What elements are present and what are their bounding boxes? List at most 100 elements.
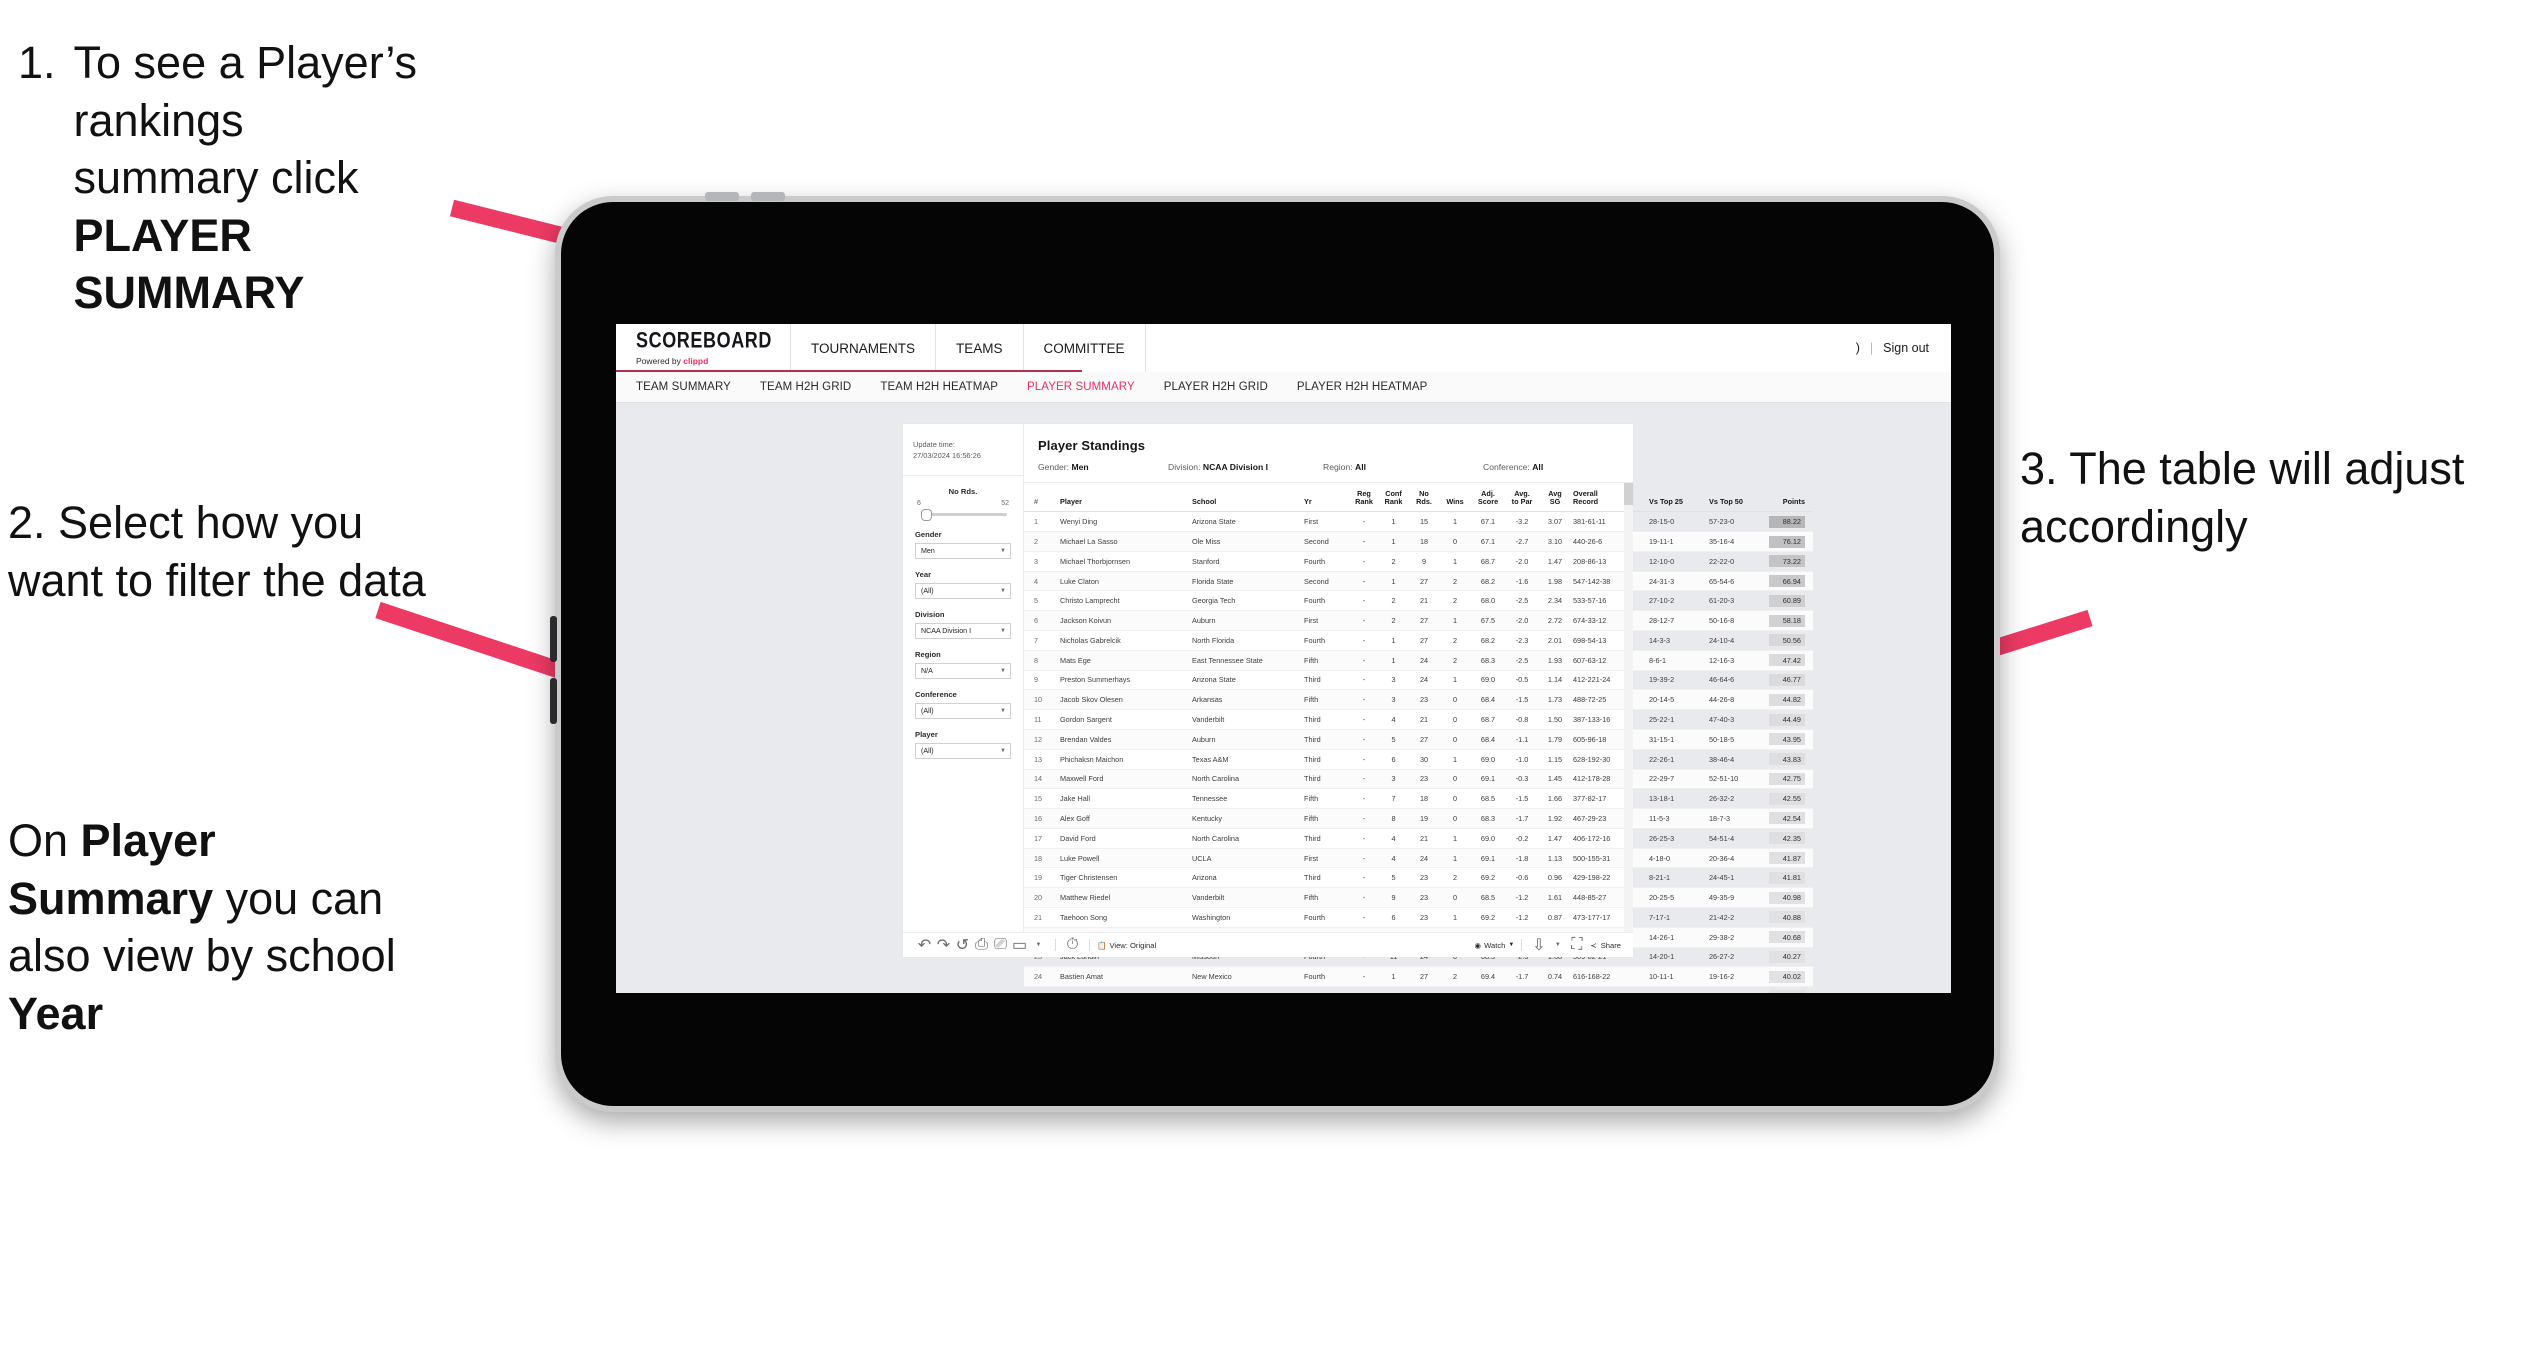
cell-vs-top-50: 57-23-0: [1707, 511, 1767, 533]
col-conf-rank[interactable]: Conf Rank: [1378, 483, 1409, 513]
col-avg-sg[interactable]: Avg SG: [1539, 483, 1571, 513]
col-vs-top-25[interactable]: Vs Top 25: [1647, 483, 1707, 513]
points-value: 39.95: [1769, 990, 1805, 993]
table-row[interactable]: 12 Brendan Valdes Auburn Third -5 27 0 68.4 -1.1…: [1024, 729, 1813, 750]
sign-out-link[interactable]: Sign out: [1883, 341, 1929, 355]
col-pts-label: Points: [1782, 497, 1805, 507]
col-vs-top-50[interactable]: Vs Top 50: [1707, 483, 1767, 513]
table-row[interactable]: 19 Tiger Christensen Arizona Third -5 23 2 69.2…: [1024, 867, 1813, 889]
cell-avg-sg: 3.10: [1539, 531, 1571, 552]
revert-icon[interactable]: ↺: [953, 936, 972, 955]
watch-button[interactable]: ◉ Watch ▼: [1475, 941, 1515, 950]
nav-tab-tournaments[interactable]: TOURNAMENTS: [791, 324, 937, 372]
table-row[interactable]: 11 Gordon Sargent Vanderbilt Third -4 21 0 68.7…: [1024, 709, 1813, 730]
nav-tab-teams[interactable]: TEAMS: [936, 324, 1024, 372]
cell-overall-record: 412-221-24: [1571, 670, 1647, 691]
table-row[interactable]: 21 Taehoon Song Washington Fourth -6 23 1 69.2-…: [1024, 907, 1813, 928]
slider-handle[interactable]: [921, 509, 932, 522]
table-row[interactable]: 4 Luke Claton Florida State Second -1 27 2 68.2…: [1024, 571, 1813, 592]
view-original-button[interactable]: 📋 View: Original: [1097, 941, 1156, 950]
table-row[interactable]: 7 Nicholas Gabrelcik North Florida Fourth -1…: [1024, 630, 1813, 651]
cell-player: Luke Powell: [1058, 848, 1190, 869]
table-row[interactable]: 24 Bastien Amat New Mexico Fourth -1 27 2 69.4-…: [1024, 966, 1813, 988]
col-reg-rank[interactable]: Reg Rank: [1350, 483, 1378, 513]
filter-player-select[interactable]: (All) ▼: [915, 743, 1011, 760]
refresh-data-icon[interactable]: ⎙: [972, 936, 991, 955]
filter-gender-select[interactable]: Men ▼: [915, 543, 1011, 560]
cell-vs-top-25: 27-10-2: [1647, 590, 1707, 612]
table-row[interactable]: 15 Jake Hall Tennessee Fifth -7 18 0 68.5 -1.5 1.…: [1024, 788, 1813, 810]
share-button[interactable]: ≺ Share: [1590, 941, 1621, 950]
table-row[interactable]: 6 Jackson Koivun Auburn First -2 27 1 67.5 -2.0 2…: [1024, 610, 1813, 632]
col-player[interactable]: Player: [1058, 483, 1190, 513]
col-wins[interactable]: Wins: [1439, 483, 1471, 513]
cell-avg-sg: 2.72: [1539, 610, 1571, 632]
tab-player-h2h-heatmap[interactable]: PLAYER H2H HEATMAP: [1297, 381, 1443, 393]
filter-conference: Conference (All) ▼: [903, 679, 1023, 720]
cell-no-rds: 27: [1409, 729, 1439, 750]
tab-player-h2h-grid[interactable]: PLAYER H2H GRID: [1164, 381, 1284, 393]
col-no-rds[interactable]: No Rds.: [1409, 483, 1439, 513]
filter-conference-select[interactable]: (All) ▼: [915, 703, 1011, 720]
history-icon[interactable]: ⏱: [1063, 936, 1082, 955]
chevron-down-icon[interactable]: ▼: [1548, 936, 1567, 955]
tab-team-summary[interactable]: TEAM SUMMARY: [636, 381, 747, 393]
summary-region-value: All: [1355, 462, 1366, 472]
download-icon[interactable]: ⇩: [1529, 936, 1548, 955]
col-rank[interactable]: #: [1024, 483, 1058, 513]
table-row[interactable]: 10 Jacob Skov Olesen Arkansas Fifth -3 23 0 68.…: [1024, 689, 1813, 711]
table-row[interactable]: 20 Matthew Riedel Vanderbilt Fifth -9 23 0 68.5…: [1024, 887, 1813, 908]
pause-updates-icon[interactable]: ⎚: [991, 936, 1010, 955]
col-adj-score[interactable]: Adj. Score: [1471, 483, 1505, 513]
cell-yr: Third: [1302, 769, 1350, 790]
fullscreen-icon[interactable]: ⛶: [1567, 936, 1586, 955]
col-overall-record[interactable]: Overall Record: [1571, 483, 1647, 513]
tab-team-h2h-heatmap[interactable]: TEAM H2H HEATMAP: [880, 381, 1014, 393]
cell-conf-rank: 4: [1378, 828, 1409, 849]
table-scrollbar-thumb[interactable]: [1624, 483, 1633, 505]
table-row[interactable]: 2 Michael La Sasso Ole Miss Second -1 18 0 67.1…: [1024, 531, 1813, 552]
filter-region-select[interactable]: N/A ▼: [915, 663, 1011, 680]
nav-tab-committee[interactable]: COMMITTEE: [1024, 324, 1146, 372]
table-row[interactable]: 16 Alex Goff Kentucky Fifth -8 19 0 68.3 -1.7 1.9…: [1024, 808, 1813, 829]
cell-no-rds: 24: [1409, 650, 1439, 671]
table-row[interactable]: 9 Preston Summerhays Arizona State Third -3 2…: [1024, 670, 1813, 691]
tab-player-summary[interactable]: PLAYER SUMMARY: [1027, 381, 1151, 393]
cell-points: 47.42: [1767, 650, 1813, 671]
cell-player: Michael La Sasso: [1058, 531, 1190, 552]
cell-yr: Third: [1302, 729, 1350, 750]
highlight-icon[interactable]: ▭: [1010, 936, 1029, 955]
cell-player: Michael Thorbjornsen: [1058, 551, 1190, 572]
table-row[interactable]: 13 Phichaksn Maichon Texas A&M Third -6 30 1 69…: [1024, 749, 1813, 770]
filter-year-select[interactable]: (All) ▼: [915, 583, 1011, 600]
cell-yr: Third: [1302, 828, 1350, 849]
cell-yr: Fourth: [1302, 590, 1350, 612]
col-yr[interactable]: Yr: [1302, 483, 1350, 513]
table-row[interactable]: 1 Wenyi Ding Arizona State First -1 15 1 67.1 -3…: [1024, 511, 1813, 533]
table-row[interactable]: 8 Mats Ege East Tennessee State Fifth -1 24 2 6…: [1024, 650, 1813, 671]
col-avg-to-par[interactable]: Avg. to Par: [1505, 483, 1539, 513]
cell-reg-rank: -: [1350, 650, 1378, 671]
table-scrollbar[interactable]: [1624, 483, 1633, 932]
table-row[interactable]: 14 Maxwell Ford North Carolina Third -3 23 0 69…: [1024, 769, 1813, 790]
filter-division-select[interactable]: NCAA Division I ▼: [915, 623, 1011, 640]
tab-team-h2h-grid[interactable]: TEAM H2H GRID: [760, 381, 867, 393]
cell-wins: 0: [1439, 729, 1471, 750]
cell-rank: 21: [1024, 907, 1058, 928]
table-row[interactable]: 18 Luke Powell UCLA First -4 24 1 69.1 -1.8 1.13 5…: [1024, 848, 1813, 869]
cell-yr: Fourth: [1302, 966, 1350, 988]
table-row[interactable]: 5 Christo Lamprecht Georgia Tech Fourth -2 21…: [1024, 590, 1813, 612]
table-row[interactable]: 3 Michael Thorbjornsen Stanford Fourth -2 9 1 6…: [1024, 551, 1813, 572]
chevron-down-icon[interactable]: ▼: [1029, 936, 1048, 955]
redo-icon[interactable]: ↷: [934, 936, 953, 955]
col-school[interactable]: School: [1190, 483, 1302, 513]
cell-wins: 1: [1439, 848, 1471, 869]
cell-no-rds: 23: [1409, 986, 1439, 993]
table-row[interactable]: 17 David Ford North Carolina Third -4 21 1 69.0…: [1024, 828, 1813, 849]
no-rounds-slider[interactable]: [915, 509, 1011, 522]
cell-overall-record: 674-33-12: [1571, 610, 1647, 632]
table-row[interactable]: 25Cole SherwoodVanderbiltFourth-1223168.…: [1024, 986, 1813, 993]
undo-icon[interactable]: ↶: [915, 936, 934, 955]
col-points[interactable]: Points: [1767, 483, 1813, 513]
cell-adj-score: 69.2: [1471, 867, 1505, 889]
